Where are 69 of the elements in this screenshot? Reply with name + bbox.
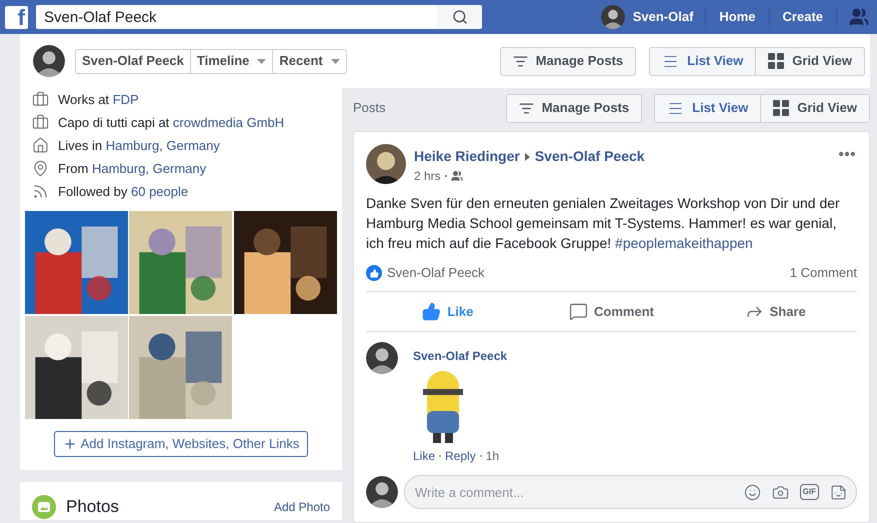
intro-text: Lives in Hamburg, Germany [58, 136, 220, 155]
avatar [600, 5, 625, 29]
sticker-icon[interactable] [830, 484, 847, 500]
intro-link[interactable]: crowdmedia GmbH [172, 114, 284, 130]
section-title: Photos [66, 496, 119, 518]
view-toggle[interactable]: Grid View [760, 94, 869, 122]
dropdown-menu[interactable]: Recent [272, 50, 346, 72]
nav-link[interactable]: Create [768, 7, 836, 27]
avatar [33, 45, 65, 77]
reply-link[interactable]: Reply [445, 447, 476, 465]
intro-link[interactable]: FDP [112, 92, 139, 107]
location-pin-icon [32, 160, 49, 177]
friends-icon[interactable] [849, 7, 869, 27]
post-time[interactable]: 2 hrs [414, 167, 441, 185]
intro-text: Capo di tutti capi at crowdmedia GmbH [58, 114, 284, 132]
view-toggle[interactable]: List View [650, 48, 756, 74]
hashtag-link[interactable]: #peoplemakeithappen [615, 235, 753, 251]
comment-author-link[interactable]: Sven-Olaf Peeck [413, 347, 508, 365]
intro-link[interactable]: Hamburg, Germany [106, 138, 220, 153]
profile-link[interactable]: Sven-Olaf [600, 5, 706, 29]
filter-icon [512, 54, 528, 68]
briefcase-icon [32, 91, 49, 108]
section-title: Posts [353, 99, 386, 118]
caret-icon [257, 58, 266, 64]
liked-by-text[interactable]: Sven-Olaf Peeck [387, 263, 485, 283]
intro-text: Works at FDP [58, 90, 139, 109]
post-action-button[interactable]: Share [693, 296, 858, 328]
intro-link[interactable]: 60 people [131, 184, 188, 199]
comment-count[interactable]: 1 Comment [790, 263, 857, 283]
briefcase-icon [32, 114, 49, 131]
manage-posts-button[interactable]: Manage Posts [500, 46, 636, 76]
post-text: Danke Sven für den erneuten genialen Zweitages Workshop von Dir und der Hamburg Media School gemeinsam mit T-Systems. Hammer! es war genial, ich freu mich auf die Facebook Gruppe! #peoplemakeithappen [365, 194, 841, 253]
target-link[interactable]: Sven-Olaf Peeck [534, 146, 645, 167]
plus-icon [62, 437, 77, 451]
emoji-icon[interactable] [744, 484, 761, 500]
logo[interactable]: f [5, 6, 28, 28]
avatar [366, 342, 398, 374]
like-reaction-icon [366, 265, 382, 281]
grid-icon [768, 53, 784, 69]
house-icon [32, 137, 49, 154]
view-toggle[interactable]: Grid View [755, 48, 864, 74]
gif-button[interactable]: GIF [800, 484, 819, 500]
grid-icon [773, 100, 790, 116]
search-icon [452, 9, 468, 25]
author-link[interactable]: Heike Riedinger [414, 146, 520, 167]
search-field[interactable]: Sven-Olaf Peeck [36, 5, 437, 29]
post-action-button[interactable]: Comment [530, 296, 694, 328]
camera-icon[interactable] [772, 484, 789, 500]
intro-link[interactable]: Hamburg, Germany [92, 160, 206, 176]
thumbs-up-icon [422, 302, 442, 321]
add-photo-link[interactable]: Add Photo [274, 498, 330, 516]
speech-bubble-icon [569, 302, 588, 321]
like-link[interactable]: Like [413, 447, 436, 465]
manage-posts-button[interactable]: Manage Posts [506, 94, 642, 122]
profile-name-link[interactable]: Sven-Olaf Peeck [76, 50, 190, 72]
intro-text: Followed by 60 people [58, 182, 188, 201]
intro-text: From Hamburg, Germany [58, 160, 206, 178]
nav-link[interactable]: Home [705, 7, 769, 27]
caret-icon [330, 58, 340, 64]
audience-icon [450, 170, 463, 182]
search-button[interactable] [437, 5, 482, 29]
view-toggle[interactable]: List View [655, 94, 760, 122]
filter-icon [518, 100, 534, 116]
comment-time: 1h [486, 448, 500, 465]
dropdown-menu[interactable]: Timeline [190, 50, 272, 72]
feed-icon [32, 183, 49, 200]
add-links-button[interactable]: Add Instagram, Websites, Other Links [54, 431, 308, 457]
avatar [366, 476, 398, 508]
caret-right-icon [524, 152, 530, 160]
